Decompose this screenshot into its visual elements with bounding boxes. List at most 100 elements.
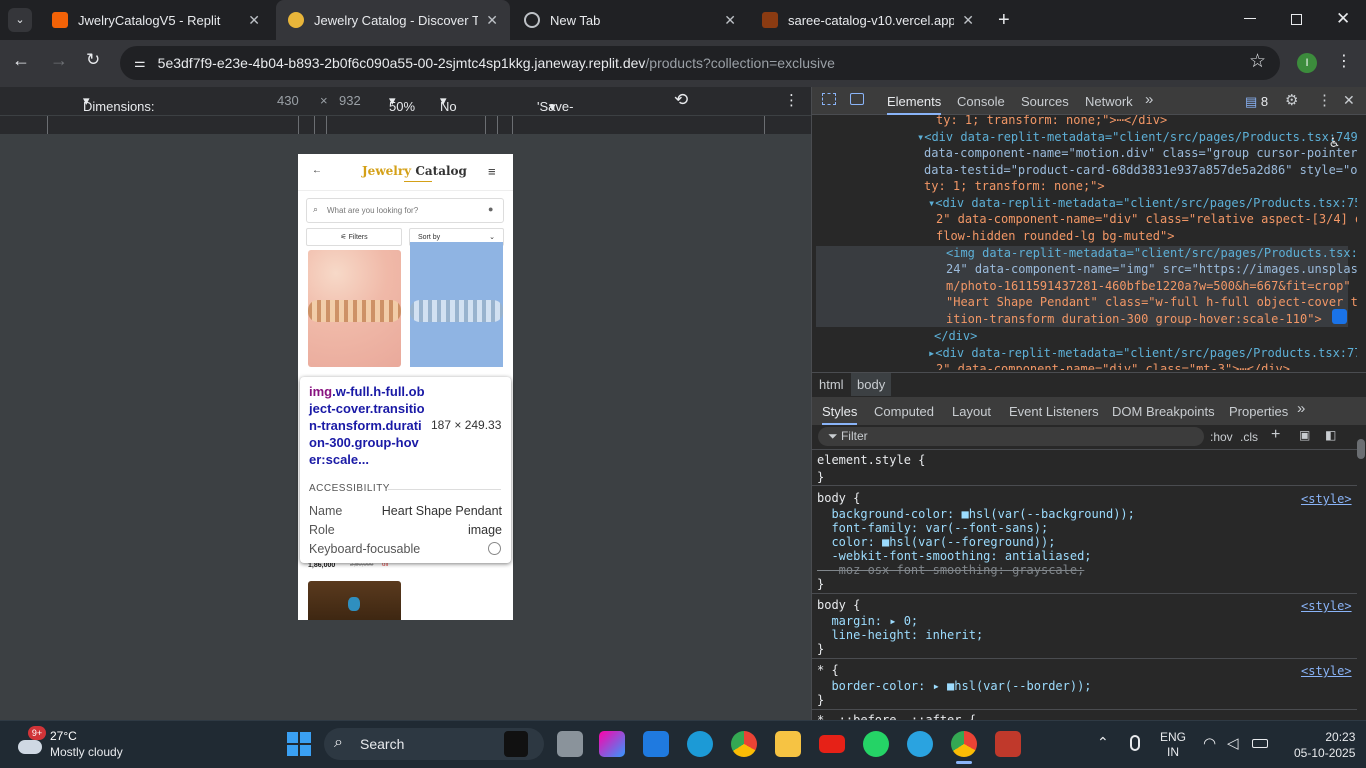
zoom-select[interactable]: 50% ▾ bbox=[389, 93, 415, 114]
dom-line[interactable]: 24" data-component-name="img" src="https… bbox=[946, 261, 1357, 278]
style-source-link[interactable]: <style> bbox=[1301, 599, 1352, 613]
task-view-icon[interactable] bbox=[557, 731, 583, 757]
forward-arrow-icon[interactable]: → bbox=[50, 50, 68, 71]
weather-widget[interactable]: 9+ 27°C Mostly cloudy bbox=[16, 726, 146, 762]
chrome-menu-icon[interactable]: ⋮ bbox=[1336, 51, 1352, 71]
rotate-icon[interactable]: ⟲ bbox=[674, 90, 688, 110]
dom-line[interactable]: ty: 1; transform: none;"> bbox=[924, 178, 1357, 195]
product-image-3[interactable] bbox=[308, 581, 401, 620]
edge-icon[interactable] bbox=[687, 731, 713, 757]
device-toggle-icon[interactable] bbox=[850, 93, 864, 105]
hov-toggle[interactable]: :hov bbox=[1210, 430, 1233, 444]
profile-avatar[interactable]: I bbox=[1297, 53, 1317, 73]
file-explorer-icon[interactable] bbox=[775, 731, 801, 757]
wifi-icon[interactable]: ◠ bbox=[1203, 734, 1216, 752]
tab-search-button[interactable]: ⌄ bbox=[8, 8, 32, 32]
dom-line[interactable]: "Heart Shape Pendant" class="w-full h-fu… bbox=[946, 294, 1357, 311]
language-indicator[interactable]: ENG IN bbox=[1160, 730, 1186, 760]
throttling-select[interactable]: No throttling ▾ bbox=[440, 93, 490, 129]
address-bar[interactable]: ⚌ 5e3df7f9-e23e-4b04-b893-2b0f6c090a55-0… bbox=[120, 46, 1280, 80]
dom-line[interactable]: ▾<div data-replit-metadata="client/src/p… bbox=[928, 195, 1357, 212]
new-tab-plus-icon[interactable]: + bbox=[998, 9, 1010, 32]
css-line[interactable]: *, ::before, ::after { bbox=[817, 712, 1357, 720]
inspect-element-icon[interactable] bbox=[822, 93, 836, 105]
computed-styles-icon[interactable]: ▣ bbox=[1299, 428, 1310, 442]
snipping-tool-icon[interactable] bbox=[995, 731, 1021, 757]
window-close-icon[interactable]: ✕ bbox=[1336, 9, 1350, 29]
width-input[interactable]: 430 bbox=[277, 93, 299, 108]
dom-line[interactable]: data-component-name="motion.div" class="… bbox=[924, 145, 1357, 162]
subtab-styles[interactable]: Styles bbox=[822, 404, 858, 425]
taskbar-search[interactable]: ⌕ Search bbox=[324, 728, 544, 760]
css-line[interactable]: body { bbox=[817, 490, 1357, 507]
subtab-computed[interactable]: Computed bbox=[874, 404, 934, 419]
subtab-layout[interactable]: Layout bbox=[952, 404, 991, 419]
close-icon[interactable]: ✕ bbox=[486, 12, 498, 29]
height-input[interactable]: 932 bbox=[339, 93, 361, 108]
dom-line[interactable]: ty: 1; transform: none;">⋯</div> bbox=[936, 115, 1357, 129]
search-box[interactable]: ⌕ What are you looking for? ● bbox=[306, 198, 504, 223]
style-source-link[interactable]: <style> bbox=[1301, 492, 1352, 506]
tray-chevron-icon[interactable]: ⌃ bbox=[1097, 734, 1109, 751]
product-image-2-highlighted[interactable] bbox=[410, 242, 503, 367]
settings-gear-icon[interactable]: ⚙ bbox=[1285, 91, 1298, 109]
close-icon[interactable]: ✕ bbox=[962, 12, 974, 29]
battery-icon[interactable] bbox=[1252, 739, 1268, 748]
youtube-icon[interactable] bbox=[819, 735, 845, 753]
breadcrumb-html[interactable]: html bbox=[819, 377, 844, 392]
product-image-1[interactable] bbox=[308, 250, 401, 367]
telegram-icon[interactable] bbox=[907, 731, 933, 757]
microphone-icon[interactable] bbox=[1130, 735, 1140, 751]
subtab-properties[interactable]: Properties bbox=[1229, 404, 1288, 419]
devtools-menu-icon[interactable]: ⋮ bbox=[1317, 91, 1332, 109]
more-subtabs-chevron-icon[interactable]: » bbox=[1297, 400, 1305, 417]
styles-filter-input[interactable]: ⏷ Filter bbox=[818, 427, 1204, 446]
device-select[interactable]: Dimensions: iPhone 14 Pro Max ▾ bbox=[83, 93, 155, 144]
chrome-icon[interactable] bbox=[731, 731, 757, 757]
breadcrumb-body[interactable]: body bbox=[851, 373, 892, 396]
more-options-icon[interactable]: ⋮ bbox=[784, 91, 799, 109]
subtab-dom-breakpoints[interactable]: DOM Breakpoints bbox=[1112, 404, 1215, 419]
close-icon[interactable]: ✕ bbox=[724, 12, 736, 29]
tab-replit[interactable]: JwelryCatalogV5 - Replit ✕ bbox=[40, 0, 272, 40]
ai-assist-icon[interactable] bbox=[1332, 309, 1347, 324]
subtab-event-listeners[interactable]: Event Listeners bbox=[1009, 404, 1099, 419]
chrome-profile-icon[interactable] bbox=[951, 731, 977, 757]
reload-icon[interactable]: ↻ bbox=[86, 50, 100, 70]
tab-jewelry-catalog[interactable]: Jewelry Catalog - Discover Time ✕ bbox=[276, 0, 510, 40]
dom-line[interactable]: 2" data-component-name="div" class="rela… bbox=[936, 211, 1357, 228]
tab-sources[interactable]: Sources bbox=[1021, 94, 1069, 109]
tab-saree-catalog[interactable]: saree-catalog-v10.vercel.app/he ✕ bbox=[750, 0, 986, 40]
windows-start-icon[interactable] bbox=[287, 732, 311, 756]
hamburger-menu-icon[interactable]: ≡ bbox=[488, 164, 496, 179]
filters-button[interactable]: ⚟ Filters bbox=[306, 228, 402, 246]
mic-icon[interactable]: ● bbox=[488, 204, 493, 214]
tab-network[interactable]: Network bbox=[1085, 94, 1133, 109]
close-icon[interactable]: ✕ bbox=[248, 12, 260, 29]
issues-badge[interactable]: ▤ 8 bbox=[1245, 94, 1268, 110]
dom-line-link[interactable]: m/photo-1611591437281-460bfbe1220a?w=500… bbox=[946, 278, 1357, 295]
tab-elements[interactable]: Elements bbox=[887, 94, 942, 115]
store-icon[interactable] bbox=[643, 731, 669, 757]
styles-scrollbar-thumb[interactable] bbox=[1357, 439, 1365, 459]
more-tabs-chevron-icon[interactable]: » bbox=[1145, 91, 1153, 108]
tab-new-tab[interactable]: New Tab ✕ bbox=[512, 0, 748, 40]
devtools-close-icon[interactable]: ✕ bbox=[1343, 92, 1355, 109]
cls-toggle[interactable]: .cls bbox=[1240, 430, 1258, 444]
site-info-icon[interactable]: ⚌ bbox=[134, 55, 146, 71]
css-line[interactable]: body { bbox=[817, 597, 1357, 614]
back-arrow-icon[interactable]: ← bbox=[12, 50, 30, 71]
minimize-icon[interactable] bbox=[1244, 18, 1256, 19]
dom-line[interactable]: <img data-replit-metadata="client/src/pa… bbox=[946, 245, 1357, 262]
css-line[interactable]: element.style { bbox=[817, 452, 1357, 469]
style-source-link[interactable]: <style> bbox=[1301, 664, 1352, 678]
dom-line[interactable]: 2" data-component-name="div" class="mt-3… bbox=[936, 361, 1357, 370]
volume-icon[interactable]: ◁ bbox=[1227, 734, 1239, 752]
copilot-icon[interactable] bbox=[599, 731, 625, 757]
dom-line[interactable]: data-testid="product-card-68dd3831e937a8… bbox=[924, 162, 1357, 179]
site-logo[interactable]: Jewelry Catalog bbox=[362, 164, 467, 178]
dom-line[interactable]: ▾<div data-replit-metadata="client/src/p… bbox=[917, 129, 1357, 146]
whatsapp-icon[interactable] bbox=[863, 731, 889, 757]
sidebar-toggle-icon[interactable]: ◧ bbox=[1325, 428, 1336, 442]
css-line[interactable]: * { bbox=[817, 662, 1357, 679]
